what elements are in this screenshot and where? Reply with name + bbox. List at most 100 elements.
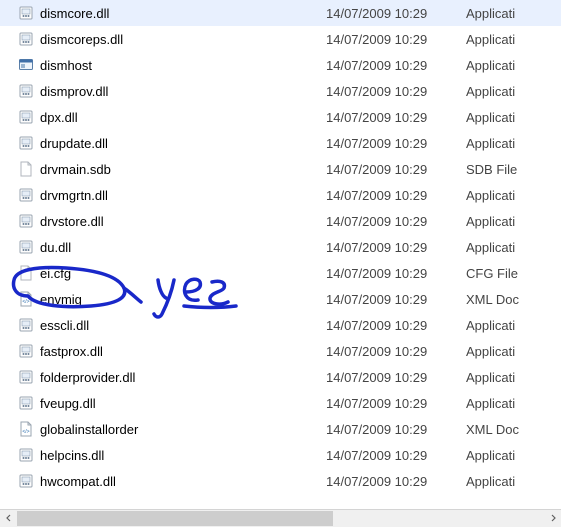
file-name: folderprovider.dll xyxy=(40,370,135,385)
exe-icon xyxy=(18,57,34,73)
file-name: dismcoreps.dll xyxy=(40,32,123,47)
file-name: dismcore.dll xyxy=(40,6,109,21)
file-row[interactable]: fveupg.dll 14/07/2009 10:29Applicati xyxy=(0,390,561,416)
file-date: 14/07/2009 10:29 xyxy=(326,84,466,99)
file-date: 14/07/2009 10:29 xyxy=(326,32,466,47)
dll-icon xyxy=(18,473,34,489)
file-row[interactable]: dismcoreps.dll 14/07/2009 10:29Applicati xyxy=(0,26,561,52)
dll-icon xyxy=(18,239,34,255)
file-row[interactable]: fastprox.dll 14/07/2009 10:29Applicati xyxy=(0,338,561,364)
file-name: hwcompat.dll xyxy=(40,474,116,489)
scroll-left-button[interactable] xyxy=(0,510,17,527)
file-date: 14/07/2009 10:29 xyxy=(326,188,466,203)
file-row[interactable]: drupdate.dll 14/07/2009 10:29Applicati xyxy=(0,130,561,156)
file-type: Applicati xyxy=(466,370,561,385)
file-date: 14/07/2009 10:29 xyxy=(326,318,466,333)
file-row[interactable]: du.dll 14/07/2009 10:29Applicati xyxy=(0,234,561,260)
file-type: Applicati xyxy=(466,32,561,47)
file-date: 14/07/2009 10:29 xyxy=(326,448,466,463)
file-type: Applicati xyxy=(466,240,561,255)
file-date: 14/07/2009 10:29 xyxy=(326,6,466,21)
file-row[interactable]: drvstore.dll14/07/2009 10:29Applicati xyxy=(0,208,561,234)
file-name: fastprox.dll xyxy=(40,344,103,359)
file-date: 14/07/2009 10:29 xyxy=(326,292,466,307)
file-type: Applicati xyxy=(466,396,561,411)
file-row[interactable]: dismhost 14/07/2009 10:29Applicati xyxy=(0,52,561,78)
file-name: du.dll xyxy=(40,240,71,255)
file-type: CFG File xyxy=(466,266,561,281)
dll-icon xyxy=(18,447,34,463)
file-row[interactable]: drvmain.sdb 14/07/2009 10:29SDB File xyxy=(0,156,561,182)
file-date: 14/07/2009 10:29 xyxy=(326,136,466,151)
file-type: Applicati xyxy=(466,214,561,229)
dll-icon xyxy=(18,83,34,99)
dll-icon xyxy=(18,187,34,203)
file-name: helpcins.dll xyxy=(40,448,104,463)
file-row[interactable]: drvmgrtn.dll 14/07/2009 10:29Applicati xyxy=(0,182,561,208)
file-type: Applicati xyxy=(466,318,561,333)
xml-icon: </> xyxy=(18,421,34,437)
dll-icon xyxy=(18,395,34,411)
dll-icon xyxy=(18,5,34,21)
file-name: drupdate.dll xyxy=(40,136,108,151)
file-type: Applicati xyxy=(466,188,561,203)
file-name: dpx.dll xyxy=(40,110,78,125)
file-name: drvmain.sdb xyxy=(40,162,111,177)
dll-icon xyxy=(18,135,34,151)
file-date: 14/07/2009 10:29 xyxy=(326,344,466,359)
horizontal-scrollbar[interactable] xyxy=(0,509,561,526)
file-date: 14/07/2009 10:29 xyxy=(326,58,466,73)
dll-icon xyxy=(18,109,34,125)
file-name: ei.cfg xyxy=(40,266,71,281)
file-type: Applicati xyxy=(466,474,561,489)
file-type: Applicati xyxy=(466,110,561,125)
file-row[interactable]: </> globalinstallorder 14/07/2009 10:29XML… xyxy=(0,416,561,442)
file-date: 14/07/2009 10:29 xyxy=(326,396,466,411)
file-row[interactable]: helpcins.dll 14/07/2009 10:29Applicati xyxy=(0,442,561,468)
file-row[interactable]: dismprov.dll 14/07/2009 10:29Applicati xyxy=(0,78,561,104)
svg-text:</>: </> xyxy=(22,429,29,435)
scroll-track[interactable] xyxy=(17,510,544,527)
file-type: XML Doc xyxy=(466,422,561,437)
file-date: 14/07/2009 10:29 xyxy=(326,240,466,255)
file-date: 14/07/2009 10:29 xyxy=(326,370,466,385)
dll-icon xyxy=(18,343,34,359)
file-type: Applicati xyxy=(466,344,561,359)
file-row[interactable]: </> envmig 14/07/2009 10:29XML Doc xyxy=(0,286,561,312)
file-name: globalinstallorder xyxy=(40,422,138,437)
scroll-thumb[interactable] xyxy=(17,511,333,526)
file-type: Applicati xyxy=(466,84,561,99)
file-list[interactable]: dismcore.dll14/07/2009 10:29Applicatidis… xyxy=(0,0,561,508)
file-date: 14/07/2009 10:29 xyxy=(326,266,466,281)
file-name: drvmgrtn.dll xyxy=(40,188,108,203)
dll-icon xyxy=(18,369,34,385)
file-type: XML Doc xyxy=(466,292,561,307)
file-date: 14/07/2009 10:29 xyxy=(326,474,466,489)
file-date: 14/07/2009 10:29 xyxy=(326,110,466,125)
file-name: fveupg.dll xyxy=(40,396,96,411)
file-type: Applicati xyxy=(466,448,561,463)
file-name: dismhost xyxy=(40,58,92,73)
file-date: 14/07/2009 10:29 xyxy=(326,162,466,177)
file-row[interactable]: esscli.dll 14/07/2009 10:29Applicati xyxy=(0,312,561,338)
file-icon xyxy=(18,161,34,177)
file-name: dismprov.dll xyxy=(40,84,108,99)
scroll-right-button[interactable] xyxy=(544,510,561,527)
dll-icon xyxy=(18,213,34,229)
file-type: Applicati xyxy=(466,6,561,21)
file-icon xyxy=(18,265,34,281)
file-name: envmig xyxy=(40,292,82,307)
xml-icon: </> xyxy=(18,291,34,307)
file-date: 14/07/2009 10:29 xyxy=(326,214,466,229)
file-type: SDB File xyxy=(466,162,561,177)
file-row[interactable]: dpx.dll 14/07/2009 10:29Applicati xyxy=(0,104,561,130)
file-row[interactable]: dismcore.dll 14/07/2009 10:29Applicati xyxy=(0,0,561,26)
file-row[interactable]: folderprovider.dll 14/07/2009 10:29Applic… xyxy=(0,364,561,390)
file-type: Applicati xyxy=(466,136,561,151)
file-row[interactable]: ei.cfg 14/07/2009 10:29CFG File xyxy=(0,260,561,286)
file-row[interactable]: hwcompat.dll 14/07/2009 10:29Applicati xyxy=(0,468,561,494)
file-date: 14/07/2009 10:29 xyxy=(326,422,466,437)
file-type: Applicati xyxy=(466,58,561,73)
dll-icon xyxy=(18,31,34,47)
file-name: esscli.dll xyxy=(40,318,89,333)
